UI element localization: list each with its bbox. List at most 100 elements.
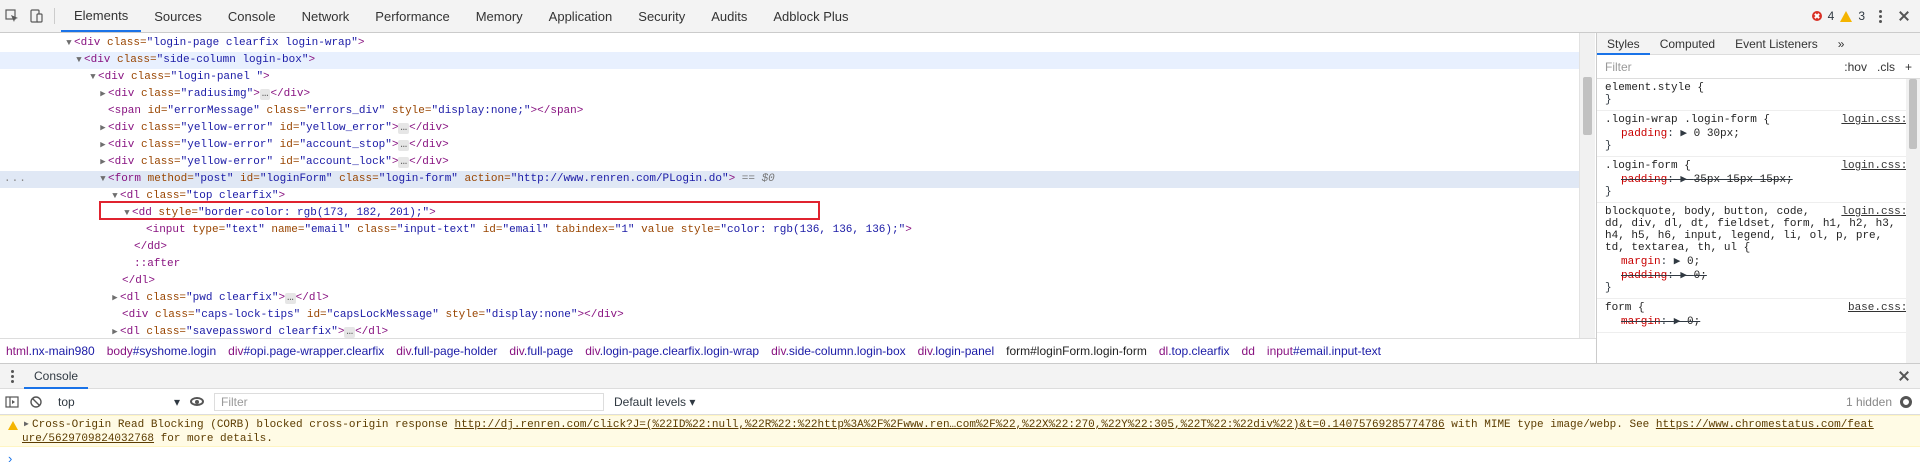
tree-row-selected-form[interactable]: ... ▼ <form method="post" id="loginForm" c… xyxy=(0,171,1579,188)
tree-row[interactable]: ▶ <div class="radiusimg">… </div> xyxy=(0,86,1579,103)
collapse-triangle-icon[interactable]: ▶ xyxy=(98,137,108,154)
breadcrumb-item[interactable]: dd xyxy=(1242,344,1255,358)
rule-selector[interactable]: element.style { xyxy=(1605,82,1912,94)
warning-url-link[interactable]: http://dj.renren.com/click?J=(%22ID%22:n… xyxy=(454,419,1444,431)
tab-sources[interactable]: Sources xyxy=(141,0,215,32)
expand-triangle-icon[interactable]: ▼ xyxy=(74,52,84,69)
breadcrumb-item[interactable]: div.full-page-holder xyxy=(396,344,497,358)
warning-count[interactable]: 3 xyxy=(1858,9,1865,23)
collapse-triangle-icon[interactable]: ▶ xyxy=(98,154,108,171)
tab-styles[interactable]: Styles xyxy=(1597,33,1650,55)
breadcrumb-item[interactable]: body#syshome.login xyxy=(107,344,216,358)
close-drawer-icon[interactable] xyxy=(1898,370,1910,382)
log-levels-dropdown[interactable]: Default levels ▾ xyxy=(614,395,695,409)
console-filter-input[interactable]: Filter xyxy=(214,392,604,411)
tab-memory[interactable]: Memory xyxy=(463,0,536,32)
sidebar-toggle-icon[interactable] xyxy=(0,395,24,408)
breadcrumb-item[interactable]: div.login-page.clearfix.login-wrap xyxy=(585,344,759,358)
tree-row[interactable]: ▶ <dl class="pwd clearfix">… </dl> xyxy=(0,290,1579,307)
styles-tabs: Styles Computed Event Listeners » xyxy=(1597,33,1920,55)
tab-network[interactable]: Network xyxy=(289,0,363,32)
breadcrumb-item[interactable]: input#email.input-text xyxy=(1267,344,1381,358)
scrollbar-thumb[interactable] xyxy=(1909,79,1917,149)
collapse-triangle-icon[interactable]: ▶ xyxy=(110,290,120,307)
collapse-triangle-icon[interactable]: ▶ xyxy=(98,120,108,137)
breadcrumb-item[interactable]: dl.top.clearfix xyxy=(1159,344,1230,358)
tree-row[interactable]: ::after xyxy=(0,256,1579,273)
new-rule-button[interactable]: + xyxy=(1905,60,1912,74)
style-property[interactable]: margin: ▶ 0; xyxy=(1605,254,1912,268)
tab-adblock-plus[interactable]: Adblock Plus xyxy=(760,0,861,32)
rule-selector[interactable]: h4, h5, h6, input, legend, li, ol, p, pr… xyxy=(1605,230,1912,242)
chromestatus-link[interactable]: https://www.chromestatus.com/feat xyxy=(1656,419,1874,431)
rule-selector[interactable]: td, textarea, th, ul { xyxy=(1605,242,1912,254)
close-devtools-icon[interactable] xyxy=(1898,10,1910,22)
tree-row[interactable]: ▼ <div class="side-column login-box"> xyxy=(0,52,1579,69)
tab-console-drawer[interactable]: Console xyxy=(24,364,89,389)
prompt-chevron-icon: › xyxy=(8,450,13,466)
error-count[interactable]: 4 xyxy=(1828,9,1835,23)
more-options-icon[interactable] xyxy=(1879,9,1882,23)
tab-application[interactable]: Application xyxy=(536,0,626,32)
tree-scrollbar[interactable] xyxy=(1579,33,1595,338)
chromestatus-link-cont[interactable]: ure/5629709824032768 xyxy=(22,433,154,445)
rule-source-link[interactable]: login.css:1 xyxy=(1841,114,1914,126)
tab-elements[interactable]: Elements xyxy=(61,0,142,32)
cls-button[interactable]: .cls xyxy=(1877,60,1895,74)
styles-filter-input[interactable]: Filter xyxy=(1605,60,1632,74)
gear-icon[interactable] xyxy=(1900,395,1912,408)
live-expression-eye-icon[interactable] xyxy=(190,397,204,406)
tree-row[interactable]: ▶ <div class="yellow-error" id="account_l… xyxy=(0,154,1579,171)
rule-source-link[interactable]: login.css:1 xyxy=(1841,160,1914,172)
tree-row[interactable]: </dd> xyxy=(0,239,1579,256)
breadcrumb-item[interactable]: div.side-column.login-box xyxy=(771,344,906,358)
console-warning-message[interactable]: ▶ Cross-Origin Read Blocking (CORB) bloc… xyxy=(0,415,1920,447)
rule-selector[interactable]: dd, div, dl, dt, fieldset, form, h1, h2,… xyxy=(1605,218,1912,230)
console-prompt[interactable]: › xyxy=(0,447,1920,469)
style-property-overridden[interactable]: padding: ▶ 0; xyxy=(1605,268,1912,282)
tree-row[interactable]: <span id="errorMessage" class="errors_di… xyxy=(0,103,1579,120)
warning-icon[interactable] xyxy=(1840,10,1853,22)
device-toolbar-icon[interactable] xyxy=(24,0,48,32)
breadcrumb-item[interactable]: html.nx-main980 xyxy=(6,344,95,358)
tab-computed[interactable]: Computed xyxy=(1650,33,1725,55)
style-property-overridden[interactable]: padding: ▶ 35px 15px 15px; xyxy=(1605,172,1912,186)
style-property-overridden[interactable]: margin: ▶ 0; xyxy=(1605,314,1912,328)
breadcrumb-item[interactable]: div.full-page xyxy=(509,344,573,358)
tree-row[interactable]: ▶ <div class="yellow-error" id="yellow_er… xyxy=(0,120,1579,137)
tree-row[interactable]: </dl> xyxy=(0,273,1579,290)
clear-console-icon[interactable] xyxy=(24,395,48,408)
tree-row[interactable]: <div class="caps-lock-tips" id="capsLock… xyxy=(0,307,1579,324)
tab-event-listeners[interactable]: Event Listeners xyxy=(1725,33,1828,55)
tab-console[interactable]: Console xyxy=(215,0,289,32)
expand-triangle-icon[interactable]: ▼ xyxy=(88,69,98,86)
collapse-triangle-icon[interactable]: ▶ xyxy=(110,324,120,338)
error-icon[interactable] xyxy=(1811,11,1822,21)
scrollbar-thumb[interactable] xyxy=(1583,77,1592,135)
context-select[interactable]: top ▾ xyxy=(54,395,184,409)
tree-row[interactable]: <input type="text" name="email" class="i… xyxy=(0,222,1579,239)
tab-performance[interactable]: Performance xyxy=(362,0,462,32)
style-property[interactable]: padding: ▶ 0 30px; xyxy=(1605,126,1912,140)
tree-row[interactable]: ▼ <div class="login-page clearfix login-w… xyxy=(0,35,1579,52)
collapse-triangle-icon[interactable]: ▶ xyxy=(98,86,108,103)
rule-source-link[interactable]: base.css:1 xyxy=(1848,302,1914,314)
tree-row[interactable]: ▼ <div class="login-panel "> xyxy=(0,69,1579,86)
hov-button[interactable]: :hov xyxy=(1844,60,1867,74)
drawer-menu-icon[interactable] xyxy=(0,369,24,383)
gutter-menu-icon[interactable]: ... xyxy=(4,171,27,188)
tree-row[interactable]: ▶ <div class="yellow-error" id="account_s… xyxy=(0,137,1579,154)
expand-triangle-icon[interactable]: ▼ xyxy=(98,171,108,188)
breadcrumb-item[interactable]: div#opi.page-wrapper.clearfix xyxy=(228,344,384,358)
more-tabs-icon[interactable]: » xyxy=(1828,33,1855,55)
tab-security[interactable]: Security xyxy=(625,0,698,32)
tab-audits[interactable]: Audits xyxy=(698,0,760,32)
breadcrumb-item-active[interactable]: form#loginForm.login-form xyxy=(1006,344,1147,358)
rule-source-link[interactable]: login.css:1 xyxy=(1841,206,1914,218)
inspect-element-icon[interactable] xyxy=(0,0,24,32)
expand-triangle-icon[interactable]: ▶ xyxy=(24,418,29,432)
tree-row[interactable]: ▶ <dl class="savepassword clearfix">… </dl… xyxy=(0,324,1579,338)
expand-triangle-icon[interactable]: ▼ xyxy=(64,35,74,52)
styles-scrollbar[interactable] xyxy=(1906,79,1920,363)
breadcrumb-item[interactable]: div.login-panel xyxy=(918,344,995,358)
